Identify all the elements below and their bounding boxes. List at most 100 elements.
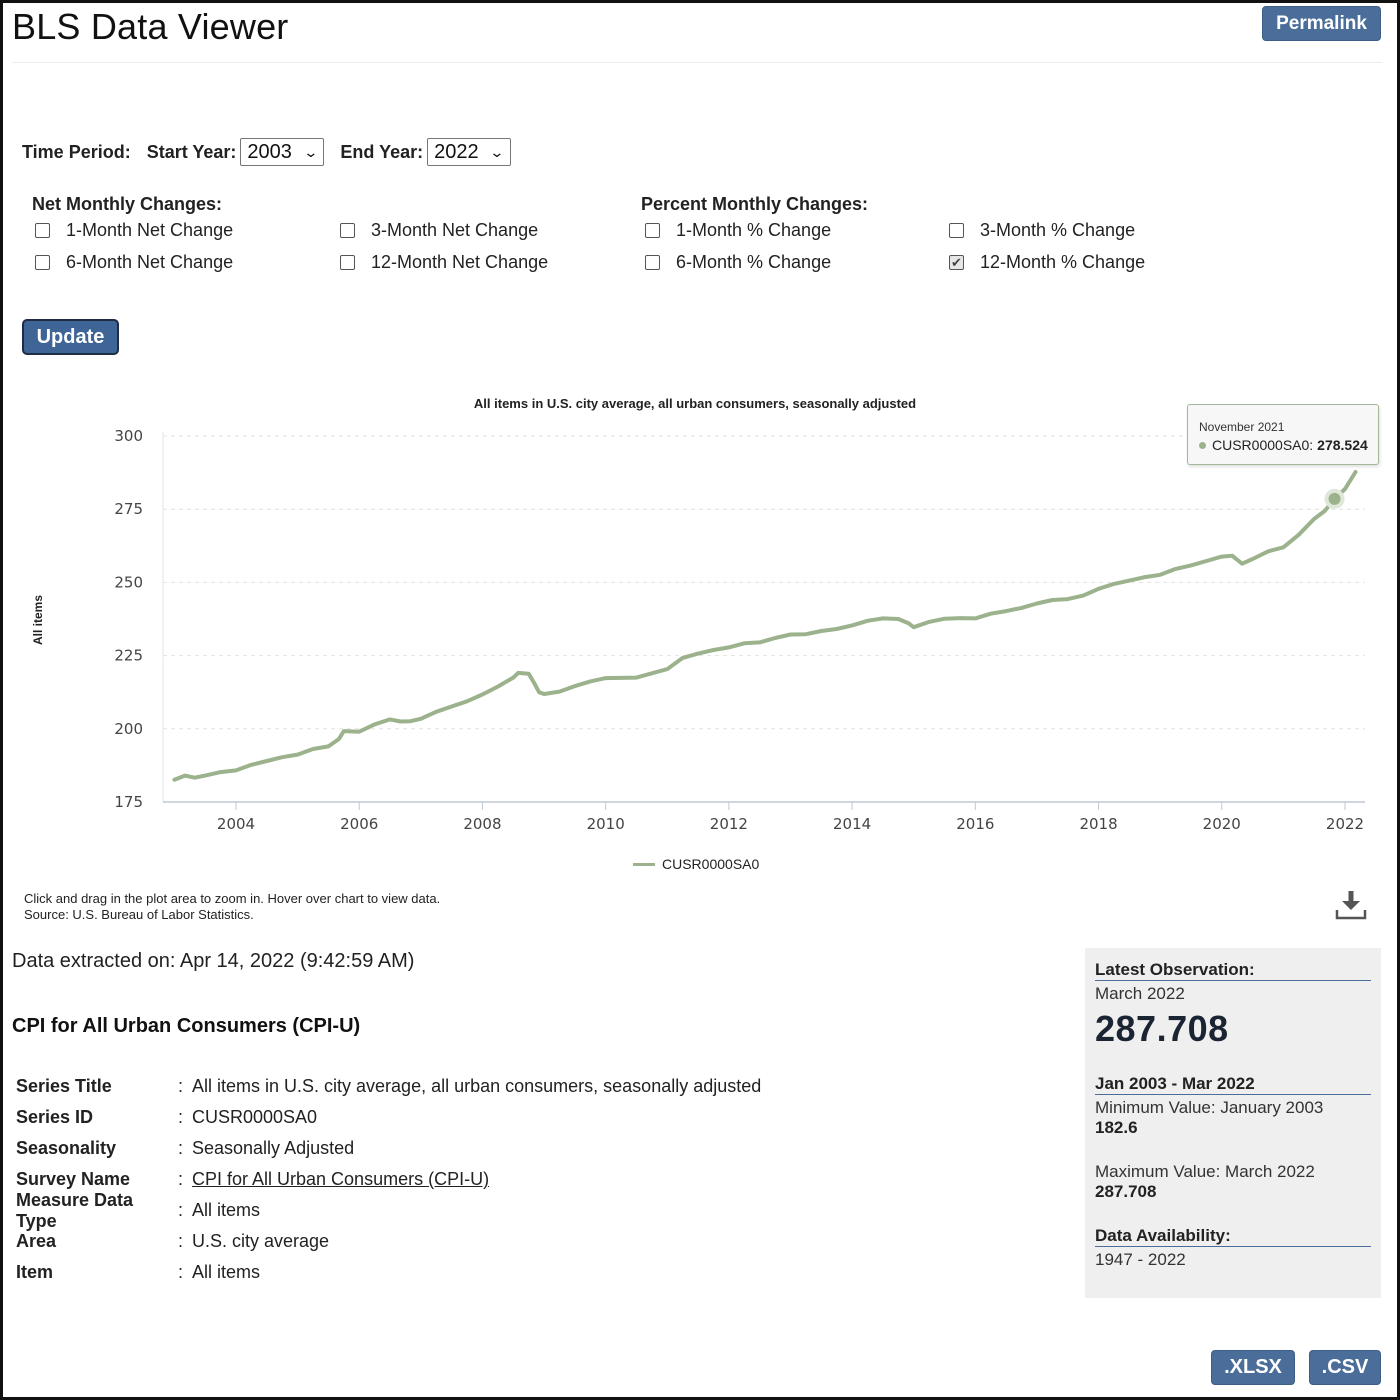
y-tick-label: 225 [114, 647, 143, 665]
meta-key: Item [16, 1262, 54, 1282]
checkbox-1-month-pct[interactable]: 1-Month % Change [645, 220, 831, 241]
chart-legend[interactable]: CUSR0000SA0 [633, 856, 759, 872]
x-tick-label: 2008 [463, 815, 501, 833]
chevron-down-icon: ⌄ [489, 143, 505, 160]
end-year-label: End Year: [340, 141, 424, 162]
start-year-label: Start Year: [146, 141, 237, 162]
y-tick-label: 300 [114, 427, 143, 445]
meta-row: Series ID: CUSR0000SA0 [16, 1107, 318, 1127]
checkbox-6-month-pct[interactable]: 6-Month % Change [645, 252, 831, 273]
meta-key: Series ID [16, 1107, 94, 1127]
header-divider [12, 62, 1382, 63]
tooltip-value: 278.524 [1317, 437, 1368, 453]
tooltip-date: November 2021 [1199, 420, 1285, 434]
download-csv-button[interactable]: .CSV [1309, 1350, 1381, 1385]
x-tick-label: 2010 [587, 815, 625, 833]
hover-point-marker[interactable] [1324, 488, 1345, 509]
meta-row: Seasonality: Seasonally Adjusted [16, 1138, 355, 1158]
checkbox-box[interactable] [645, 223, 660, 238]
checkbox-box[interactable] [949, 223, 964, 238]
y-tick-label: 250 [114, 573, 143, 591]
series-metadata: Series Title: All items in U.S. city ave… [16, 1071, 761, 1288]
latest-period: March 2022 [1095, 984, 1185, 1003]
y-axis-label: All items [31, 595, 45, 645]
checkmark-icon[interactable]: ✔ [949, 255, 964, 270]
x-tick-label: 2014 [833, 815, 871, 833]
x-tick-label: 2022 [1326, 815, 1364, 833]
legend-label: CUSR0000SA0 [662, 856, 760, 872]
time-period-row: Time Period: Start Year: 2003 ⌄ End Year… [22, 138, 527, 166]
range-heading: Jan 2003 - Mar 2022 [1095, 1074, 1371, 1095]
checkbox-box[interactable] [35, 255, 50, 270]
checkbox-label: 1-Month Net Change [66, 220, 234, 240]
latest-value: 287.708 [1095, 1008, 1229, 1049]
y-tick-label: 175 [114, 793, 143, 811]
x-tick-label: 2012 [710, 815, 748, 833]
meta-value: CUSR0000SA0 [192, 1107, 318, 1127]
meta-key: Survey Name [16, 1169, 131, 1189]
download-icon[interactable] [1334, 888, 1368, 922]
start-year-select[interactable]: 2003 ⌄ [240, 138, 325, 166]
x-tick-label: 2004 [217, 815, 255, 833]
meta-key: Measure Data Type [16, 1189, 134, 1231]
meta-value: U.S. city average [192, 1231, 330, 1251]
x-tick-label: 2016 [956, 815, 994, 833]
checkbox-box[interactable] [340, 223, 355, 238]
survey-title: CPI for All Urban Consumers (CPI-U) [12, 1015, 361, 1037]
checkbox-box[interactable] [35, 223, 50, 238]
y-axis-ticks: 175 200 225 250 275 300 [114, 427, 143, 811]
checkbox-3-month-net[interactable]: 3-Month Net Change [340, 220, 538, 241]
chart-hint: Click and drag in the plot area to zoom … [24, 891, 441, 906]
checkbox-3-month-pct[interactable]: 3-Month % Change [949, 220, 1135, 241]
meta-row: Measure Data Type: All items [16, 1189, 261, 1231]
min-label: Minimum Value: January 2003 [1095, 1098, 1324, 1117]
survey-name-link[interactable]: CPI for All Urban Consumers (CPI-U) [192, 1169, 489, 1190]
chart-tooltip: November 2021 CUSR0000SA0: 278.524 [1187, 404, 1379, 465]
checkbox-12-month-pct[interactable]: ✔ 12-Month % Change [949, 252, 1145, 273]
checkbox-label: 6-Month Net Change [66, 252, 234, 272]
meta-row: Item: All items [16, 1262, 261, 1282]
series-line-cusr0000sa0[interactable] [172, 470, 1358, 782]
stats-panel: Latest Observation: March 2022 287.708 J… [1085, 948, 1381, 1298]
percent-changes-title: Percent Monthly Changes: [641, 194, 869, 214]
y-tick-label: 275 [114, 500, 143, 518]
checkbox-1-month-net[interactable]: 1-Month Net Change [35, 220, 233, 241]
chart-note: Click and drag in the plot area to zoom … [24, 891, 440, 923]
x-tick-label: 2018 [1079, 815, 1117, 833]
checkbox-box[interactable] [645, 255, 660, 270]
net-changes-title: Net Monthly Changes: [32, 194, 223, 214]
max-label: Maximum Value: March 2022 [1095, 1162, 1315, 1181]
meta-key: Series Title [16, 1076, 112, 1096]
checkbox-label: 1-Month % Change [676, 220, 832, 240]
tooltip-series: CUSR0000SA0: [1212, 437, 1314, 453]
meta-value: All items [192, 1200, 261, 1220]
availability-heading: Data Availability: [1095, 1226, 1371, 1247]
max-value: 287.708 [1095, 1182, 1157, 1201]
chart-grid [162, 432, 1365, 803]
permalink-button[interactable]: Permalink [1262, 6, 1381, 41]
end-year-value: 2022 [434, 140, 479, 163]
checkbox-label: 3-Month % Change [980, 220, 1136, 240]
y-tick-label: 200 [114, 720, 143, 738]
meta-key: Area [16, 1231, 57, 1251]
checkbox-box[interactable] [340, 255, 355, 270]
download-xlsx-button[interactable]: .XLSX [1211, 1350, 1295, 1385]
chart-source: Source: U.S. Bureau of Labor Statistics. [24, 907, 254, 922]
checkbox-6-month-net[interactable]: 6-Month Net Change [35, 252, 233, 273]
end-year-select[interactable]: 2022 ⌄ [427, 138, 512, 166]
series-dot-icon [1199, 441, 1206, 449]
meta-value: All items [192, 1262, 261, 1282]
checkbox-label: 12-Month Net Change [371, 252, 549, 272]
data-extracted-text: Data extracted on: Apr 14, 2022 (9:42:59… [12, 950, 415, 972]
availability-value: 1947 - 2022 [1095, 1250, 1186, 1269]
checkbox-12-month-net[interactable]: 12-Month Net Change [340, 252, 548, 273]
start-year-value: 2003 [247, 140, 292, 163]
meta-key: Seasonality [16, 1138, 117, 1158]
legend-swatch [633, 862, 655, 866]
x-tick-label: 2006 [340, 815, 378, 833]
update-button[interactable]: Update [22, 319, 119, 355]
meta-value: All items in U.S. city average, all urba… [192, 1076, 762, 1096]
latest-observation-heading: Latest Observation: [1095, 960, 1371, 981]
tooltip-line: CUSR0000SA0: 278.524 [1199, 437, 1368, 453]
x-tick-label: 2020 [1203, 815, 1241, 833]
